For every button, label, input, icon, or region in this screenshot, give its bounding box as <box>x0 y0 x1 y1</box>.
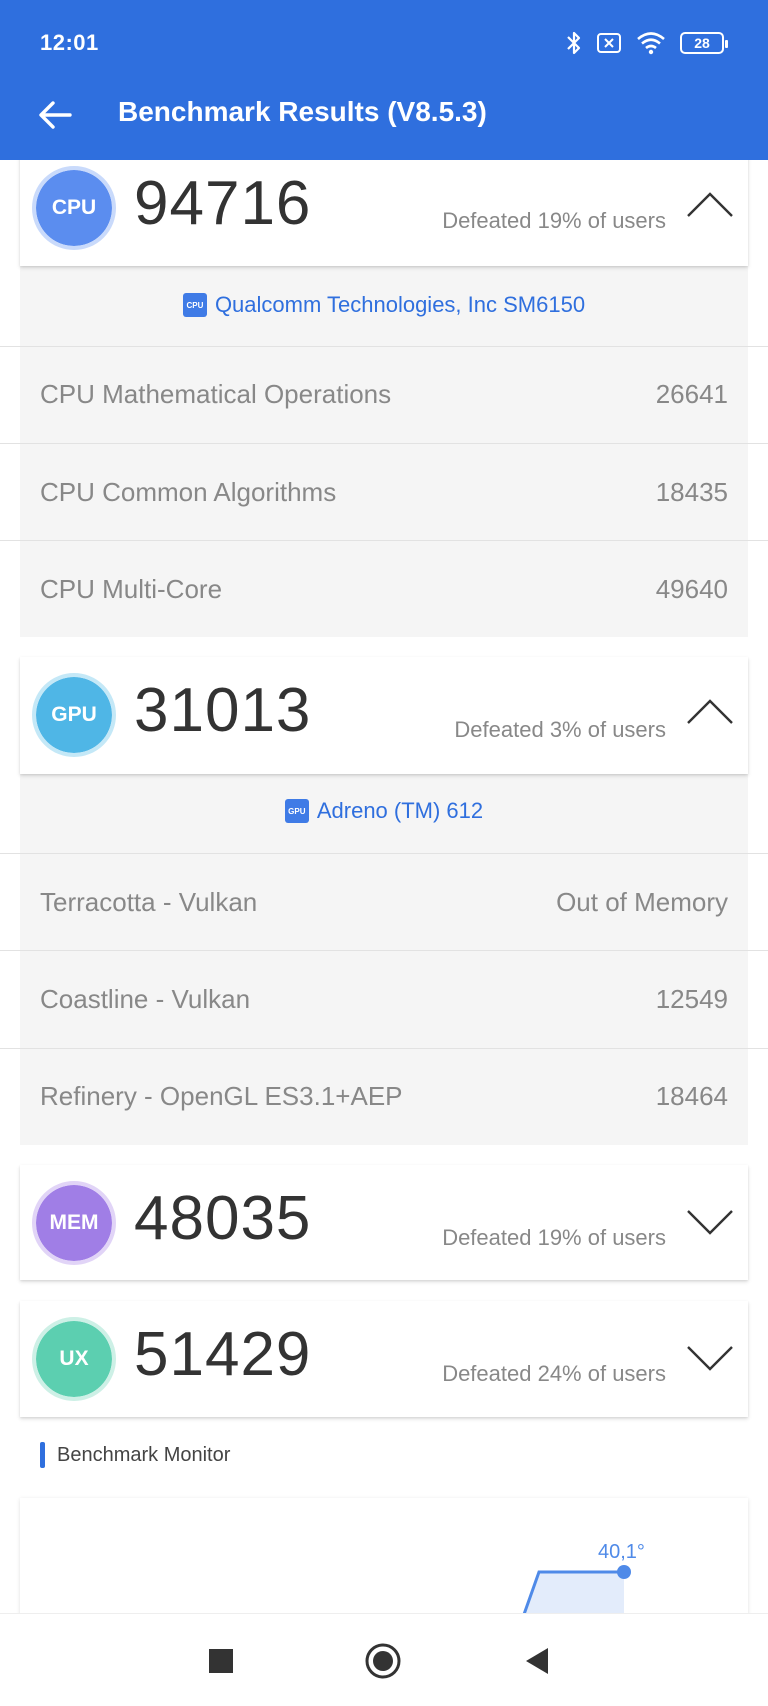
mem-defeated-text: Defeated 19% of users <box>442 1225 666 1250</box>
mem-badge: MEM <box>32 1181 116 1265</box>
chevron-up-icon[interactable] <box>686 190 734 220</box>
battery-level: 28 <box>694 35 710 51</box>
heading-accent-bar <box>40 1442 45 1468</box>
gpu-score-card[interactable]: GPU 31013 Defeated 3% of users <box>20 657 748 774</box>
nav-home-icon[interactable] <box>364 1642 402 1680</box>
divider <box>0 1048 768 1049</box>
page-title: Benchmark Results (V8.5.3) <box>118 96 487 127</box>
chevron-down-icon[interactable] <box>686 1343 734 1373</box>
test-value: 26641 <box>655 379 728 409</box>
test-value: 49640 <box>655 574 728 604</box>
monitor-title: Benchmark Monitor <box>57 1443 231 1466</box>
temperature-chart-graph: 40,1° <box>522 1541 645 1613</box>
back-button[interactable] <box>30 90 80 140</box>
divider <box>0 346 768 347</box>
divider <box>0 853 768 854</box>
status-time: 12:01 <box>40 30 99 55</box>
nav-recents-icon[interactable] <box>208 1648 234 1674</box>
test-label: CPU Common Algorithms <box>40 477 337 507</box>
nav-back-icon[interactable] <box>524 1646 550 1676</box>
bluetooth-icon <box>567 31 581 55</box>
ux-badge: UX <box>32 1317 116 1401</box>
status-icons: 28 <box>566 28 728 58</box>
test-label: Terracotta - Vulkan <box>40 887 258 917</box>
divider <box>0 950 768 951</box>
ux-score: 51429 <box>134 1320 312 1389</box>
gpu-chip-icon-text: GPU <box>288 806 306 816</box>
mem-score-card[interactable]: MEM 48035 Defeated 19% of users <box>20 1165 748 1280</box>
test-label: Coastline - Vulkan <box>40 984 251 1014</box>
mem-score: 48035 <box>134 1184 312 1253</box>
chip-icon: CPU <box>182 293 207 317</box>
cpu-badge: CPU <box>32 166 116 250</box>
divider <box>0 443 768 444</box>
test-value: 18435 <box>655 477 728 507</box>
chip-icon: GPU <box>284 799 309 823</box>
chart-endpoint <box>617 1565 631 1579</box>
back-arrow-icon <box>39 101 72 129</box>
divider <box>0 540 768 541</box>
temperature-chart[interactable]: 40,1° <box>20 1498 748 1613</box>
chevron-down-icon[interactable] <box>686 1207 734 1237</box>
cpu-chip-name-row: CPU Qualcomm Technologies, Inc SM6150 <box>0 292 768 318</box>
gpu-defeated-text: Defeated 3% of users <box>454 717 666 742</box>
test-value: Out of Memory <box>556 887 728 917</box>
test-value: 12549 <box>655 984 728 1014</box>
cpu-chip-name: Qualcomm Technologies, Inc SM6150 <box>214 292 586 317</box>
sim-off-icon <box>597 33 621 53</box>
cpu-score-card[interactable]: CPU 94716 Defeated 19% of users <box>20 160 748 266</box>
gpu-badge: GPU <box>32 673 116 757</box>
gpu-chip-name-row: GPU Adreno (TM) 612 <box>0 798 768 824</box>
test-label: Refinery - OpenGL ES3.1+AEP <box>40 1081 403 1111</box>
system-nav-bar <box>0 1613 768 1706</box>
monitor-heading: Benchmark Monitor <box>40 1442 230 1468</box>
ux-defeated-text: Defeated 24% of users <box>442 1361 666 1386</box>
wifi-icon <box>637 32 665 55</box>
chevron-up-icon[interactable] <box>686 697 734 727</box>
battery-icon: 28 <box>680 32 728 54</box>
test-label: CPU Mathematical Operations <box>40 379 392 409</box>
gpu-score: 31013 <box>134 676 312 745</box>
cpu-defeated-text: Defeated 19% of users <box>442 208 666 233</box>
temperature-label: 40,1° <box>598 1541 645 1563</box>
top-bar: 12:01 28 Benchmark Results (V8.5.3) <box>0 0 768 160</box>
results-content[interactable]: CPU 94716 Defeated 19% of users CPU Qual… <box>0 160 768 1613</box>
cpu-score: 94716 <box>134 169 312 238</box>
test-value: 18464 <box>655 1081 728 1111</box>
status-bar: 12:01 28 <box>0 0 768 86</box>
test-label: CPU Multi-Core <box>40 574 223 604</box>
cpu-chip-icon-text: CPU <box>186 300 204 310</box>
gpu-chip-name: Adreno (TM) 612 <box>316 798 484 823</box>
ux-score-card[interactable]: UX 51429 Defeated 24% of users <box>20 1301 748 1417</box>
